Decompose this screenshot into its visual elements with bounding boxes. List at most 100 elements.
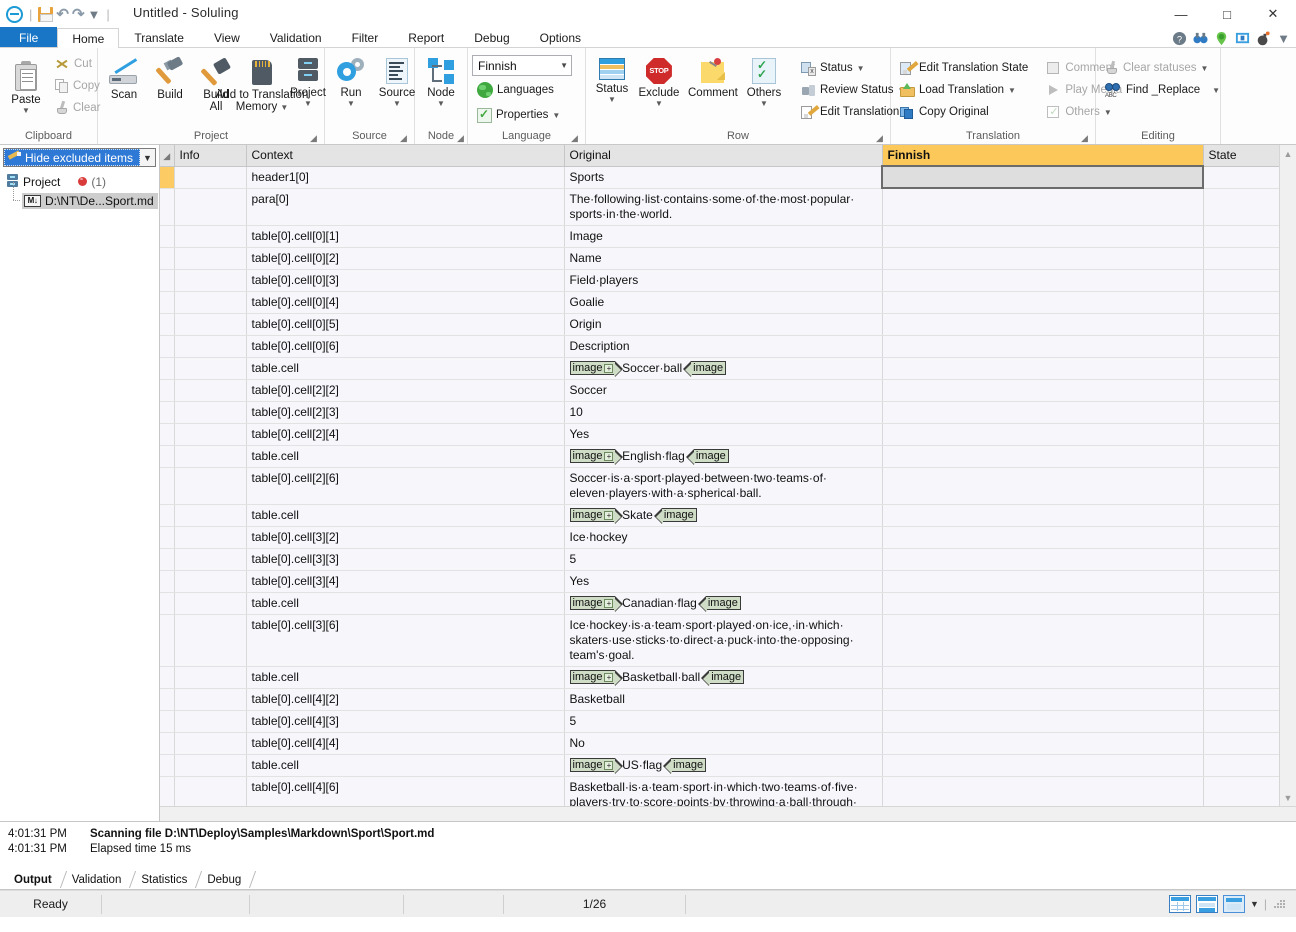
cell-context[interactable]: table.cell [246, 445, 565, 468]
table-row[interactable]: table.cell image + US·flag image [160, 754, 1279, 777]
cell-state[interactable] [1203, 666, 1279, 689]
cell-info[interactable] [174, 776, 247, 806]
table-row[interactable]: table[0].cell[3][2] Ice·hockey [160, 526, 1279, 549]
grid-select-all-header[interactable]: ◢ [160, 145, 175, 167]
cell-translation[interactable] [882, 592, 1204, 615]
chevron-down-icon[interactable]: ▼ [304, 100, 312, 108]
redo-icon[interactable]: ↷ [72, 7, 85, 22]
cell-context[interactable]: table[0].cell[0][1] [246, 225, 565, 248]
grid-view-icon[interactable] [1168, 895, 1191, 913]
cell-info[interactable] [174, 291, 247, 314]
cell-info[interactable] [174, 570, 247, 593]
chevron-down-icon[interactable]: ▼ [140, 153, 155, 163]
cell-state[interactable] [1203, 526, 1279, 549]
table-row[interactable]: table[0].cell[2][6] Soccer·is·a·sport·pla… [160, 467, 1279, 505]
close-button[interactable]: ✕ [1250, 0, 1296, 28]
cell-context[interactable]: table[0].cell[0][4] [246, 291, 565, 314]
chevron-down-icon[interactable]: ▼ [393, 100, 401, 108]
row-selector-cell[interactable] [160, 225, 175, 248]
cell-translation[interactable] [882, 269, 1204, 292]
cell-context[interactable]: table.cell [246, 592, 565, 615]
cell-context[interactable]: table[0].cell[3][2] [246, 526, 565, 549]
cell-translation[interactable] [882, 379, 1204, 402]
inline-tag-close[interactable]: image [653, 508, 697, 525]
comment-button[interactable]: Comment [684, 55, 742, 111]
cell-state[interactable] [1203, 710, 1279, 733]
cell-context[interactable]: table[0].cell[2][4] [246, 423, 565, 446]
row-status-button[interactable]: Status ▼ [590, 55, 634, 111]
row-selector-cell[interactable] [160, 379, 175, 402]
expand-tag-icon[interactable]: + [604, 510, 614, 520]
cell-info[interactable] [174, 166, 247, 189]
row-selector-cell[interactable] [160, 666, 175, 689]
inline-tag-open[interactable]: image + [569, 758, 624, 775]
row-selector-cell[interactable] [160, 732, 175, 755]
cell-context[interactable]: table[0].cell[2][6] [246, 467, 565, 505]
cell-info[interactable] [174, 313, 247, 336]
ribbon-tab-view[interactable]: View [199, 27, 255, 47]
languages-button[interactable]: Languages [472, 79, 559, 101]
cell-state[interactable] [1203, 335, 1279, 358]
cell-info[interactable] [174, 754, 247, 777]
load-translation-button[interactable]: Load Translation ▼ [895, 79, 1033, 101]
cell-translation[interactable] [882, 710, 1204, 733]
hscroll-thumb[interactable] [160, 807, 1270, 821]
chevron-down-icon[interactable]: ▼ [437, 100, 445, 108]
cell-original[interactable]: Basketball·is·a·team·sport·in·which·two·… [564, 776, 883, 806]
cell-info[interactable] [174, 357, 247, 380]
expand-tag-icon[interactable]: + [604, 672, 614, 682]
tab-validation[interactable]: Validation [64, 870, 134, 889]
cell-state[interactable] [1203, 614, 1279, 667]
inline-tag-open[interactable]: image + [569, 361, 624, 378]
chevron-down-icon[interactable]: ▼ [1212, 86, 1220, 95]
tree-node-file[interactable]: M↓ D:\NT\De...Sport.md [2, 182, 158, 210]
row-selector-cell[interactable] [160, 526, 175, 549]
cell-original[interactable]: Sports [564, 166, 883, 189]
cell-context[interactable]: header1[0] [246, 166, 565, 189]
row-selector-cell[interactable] [160, 166, 175, 189]
cell-info[interactable] [174, 592, 247, 615]
monitor-icon[interactable] [1235, 31, 1250, 46]
cell-state[interactable] [1203, 291, 1279, 314]
row-selector-cell[interactable] [160, 688, 175, 711]
cell-translation[interactable] [882, 614, 1204, 667]
grid-header-context[interactable]: Context [246, 145, 565, 167]
maximize-button[interactable]: □ [1204, 0, 1250, 28]
cell-context[interactable]: table[0].cell[3][3] [246, 548, 565, 571]
cell-original[interactable]: Ice·hockey·is·a·team·sport·played·on·ice… [564, 614, 883, 667]
cell-context[interactable]: table[0].cell[0][6] [246, 335, 565, 358]
inline-tag-close[interactable]: image [663, 758, 707, 775]
row-selector-cell[interactable] [160, 570, 175, 593]
inline-tag-open[interactable]: image + [569, 508, 624, 525]
binoculars-icon[interactable] [1193, 31, 1208, 46]
translation-dialog-launcher-icon[interactable]: ◢ [1080, 134, 1089, 143]
inline-tag-close[interactable]: image [683, 361, 727, 378]
cell-state[interactable] [1203, 732, 1279, 755]
chevron-down-icon[interactable]: ▼ [560, 61, 568, 70]
cell-info[interactable] [174, 614, 247, 667]
cell-translation[interactable] [882, 313, 1204, 336]
row-dialog-launcher-icon[interactable]: ◢ [875, 134, 884, 143]
row-selector-cell[interactable] [160, 548, 175, 571]
cell-translation[interactable] [882, 504, 1204, 527]
cell-context[interactable]: table[0].cell[0][2] [246, 247, 565, 270]
row-selector-cell[interactable] [160, 291, 175, 314]
chevron-down-icon[interactable]: ▼ [22, 107, 30, 115]
cell-translation[interactable] [882, 776, 1204, 806]
cell-original[interactable]: The·following·list·contains·some·of·the·… [564, 188, 883, 226]
cell-original[interactable]: 5 [564, 710, 883, 733]
cell-state[interactable] [1203, 754, 1279, 777]
cell-original[interactable]: image + US·flag image [564, 754, 883, 777]
source-button[interactable]: Source ▼ [375, 55, 419, 111]
cell-context[interactable]: table[0].cell[4][4] [246, 732, 565, 755]
project-dialog-launcher-icon[interactable]: ◢ [309, 134, 318, 143]
tab-output[interactable]: Output [6, 870, 64, 889]
cell-original[interactable]: image + Soccer·ball image [564, 357, 883, 380]
grid-vertical-scrollbar[interactable]: ▲ ▼ [1279, 145, 1296, 806]
expand-tag-icon[interactable]: + [604, 598, 614, 608]
cell-context[interactable]: table.cell [246, 666, 565, 689]
ribbon-tab-options[interactable]: Options [525, 27, 596, 47]
cell-state[interactable] [1203, 401, 1279, 424]
row-selector-cell[interactable] [160, 335, 175, 358]
cell-translation[interactable] [882, 357, 1204, 380]
